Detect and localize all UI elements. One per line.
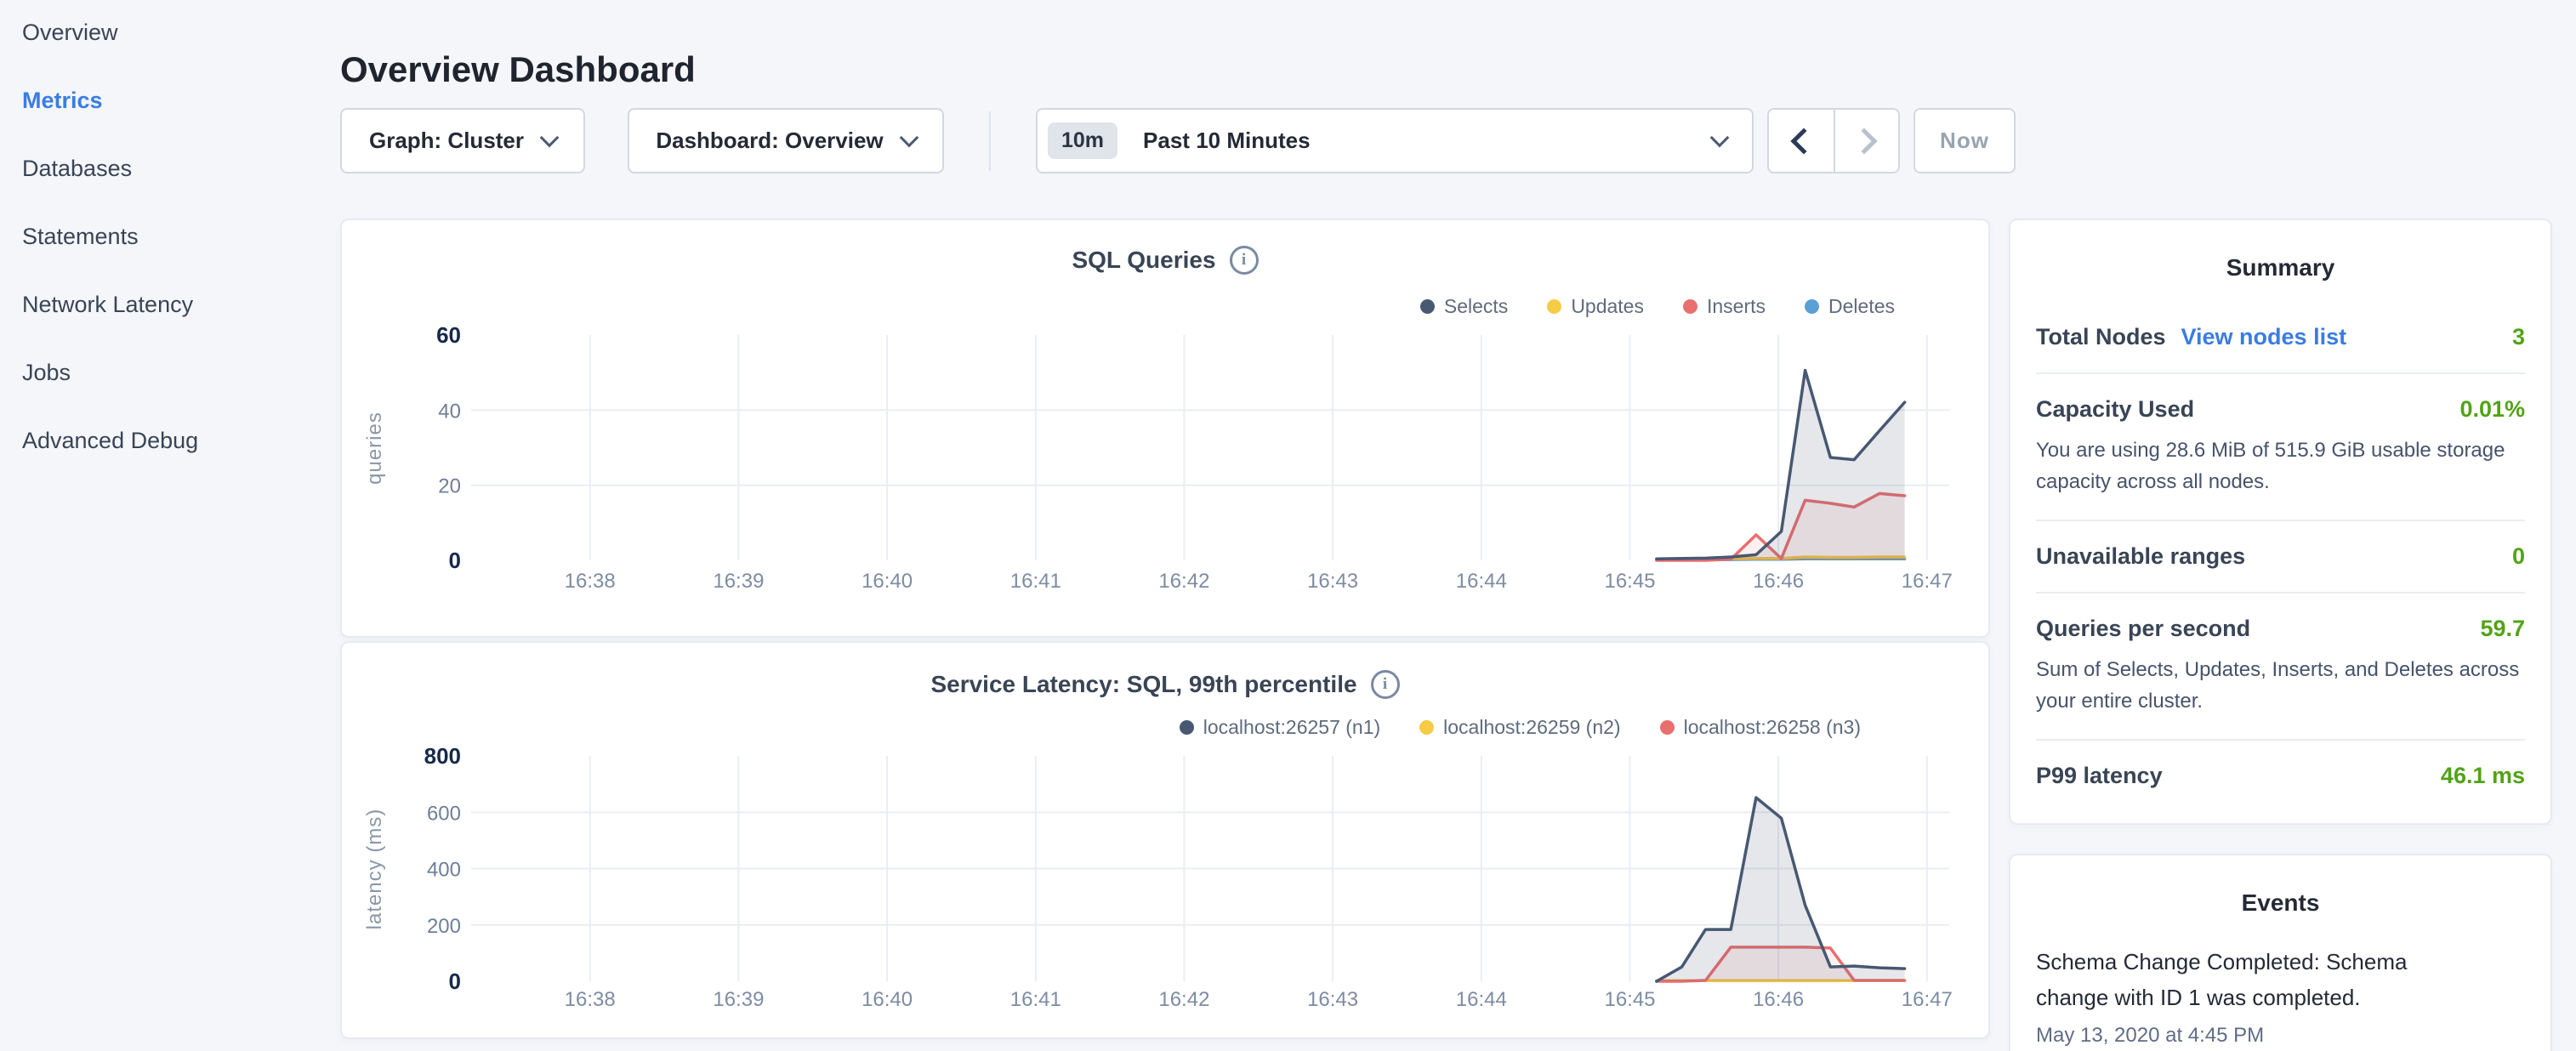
svg-text:16:39: 16:39	[713, 988, 764, 1011]
event-message: Schema Change Completed: Schema change w…	[2036, 944, 2448, 1015]
svg-text:16:46: 16:46	[1753, 570, 1804, 593]
sidebar-item-statements[interactable]: Statements	[22, 219, 139, 253]
chevron-down-icon	[899, 128, 918, 147]
sidebar-item-jobs[interactable]: Jobs	[22, 355, 71, 389]
summary-row: P99 latency 46.1 ms	[2036, 739, 2525, 811]
svg-text:16:45: 16:45	[1604, 570, 1655, 593]
svg-text:16:44: 16:44	[1456, 988, 1507, 1011]
svg-text:0: 0	[449, 969, 461, 994]
svg-text:16:42: 16:42	[1158, 570, 1209, 593]
summary-row-value: 46.1 ms	[2441, 763, 2525, 789]
svg-text:40: 40	[438, 400, 461, 423]
now-button[interactable]: Now	[1914, 108, 2016, 173]
service-latency-chart-card: Service Latency: SQL, 99th percentile i …	[340, 641, 1990, 1039]
chart-plot-area[interactable]: 16:38 16:39 16:40 16:41 16:42 16:43 16:44 16:45…	[342, 643, 1988, 1041]
chevron-right-icon	[1851, 128, 1877, 154]
svg-text:queries: queries	[363, 412, 386, 485]
svg-text:16:38: 16:38	[565, 570, 616, 593]
svg-text:800: 800	[424, 743, 461, 769]
svg-text:16:42: 16:42	[1158, 988, 1209, 1011]
events-heading: Events	[2036, 889, 2525, 917]
svg-text:16:41: 16:41	[1010, 988, 1061, 1011]
summary-row: Capacity Used 0.01% You are using 28.6 MiB…	[2036, 372, 2525, 520]
svg-text:16:40: 16:40	[862, 570, 913, 593]
summary-row-description: You are using 28.6 MiB of 515.9 GiB usab…	[2036, 435, 2525, 497]
time-window-selector[interactable]: 10m Past 10 Minutes	[1036, 108, 1754, 173]
summary-row-value: 0.01%	[2459, 396, 2525, 423]
summary-row: Total Nodes View nodes list 3	[2036, 302, 2525, 372]
sql-queries-chart-card: SQL Queries i SelectsUpdatesInsertsDelet…	[340, 219, 1990, 638]
events-list: Schema Change Completed: Schema change w…	[2036, 944, 2525, 1048]
svg-text:16:47: 16:47	[1902, 570, 1953, 593]
svg-text:600: 600	[427, 802, 461, 825]
svg-text:16:40: 16:40	[862, 988, 913, 1011]
sidebar-item-databases[interactable]: Databases	[22, 151, 132, 185]
svg-text:16:47: 16:47	[1902, 988, 1953, 1011]
svg-text:16:43: 16:43	[1307, 570, 1358, 593]
svg-text:60: 60	[436, 322, 461, 348]
summary-row-label: Queries per second	[2036, 616, 2250, 642]
summary-rows: Total Nodes View nodes list 3 Capacity Used…	[2036, 302, 2525, 811]
summary-row-description: Sum of Selects, Updates, Inserts, and De…	[2036, 654, 2525, 717]
time-window-badge: 10m	[1048, 122, 1117, 159]
svg-text:16:44: 16:44	[1456, 570, 1507, 593]
dashboard-dropdown[interactable]: Dashboard: Overview	[628, 108, 944, 173]
summary-row: Queries per second 59.7 Sum of Selects, Up…	[2036, 592, 2525, 739]
summary-row-label: Capacity Used	[2036, 396, 2194, 423]
chevron-left-icon	[1790, 128, 1817, 154]
chevron-down-icon	[540, 128, 560, 147]
graph-dropdown[interactable]: Graph: Cluster	[340, 108, 585, 173]
svg-text:16:39: 16:39	[713, 570, 764, 593]
summary-row-label: P99 latency	[2036, 763, 2163, 789]
now-button-label: Now	[1940, 128, 1989, 154]
summary-row-value: 3	[2512, 324, 2525, 350]
svg-text:16:38: 16:38	[565, 988, 616, 1011]
page-title: Overview Dashboard	[340, 49, 696, 90]
svg-text:16:41: 16:41	[1010, 570, 1061, 593]
summary-row-value: 0	[2512, 543, 2525, 570]
svg-text:latency (ms): latency (ms)	[363, 809, 386, 930]
dashboard-dropdown-label: Dashboard: Overview	[656, 128, 883, 154]
graph-dropdown-label: Graph: Cluster	[369, 128, 524, 154]
sidebar-item-network-latency[interactable]: Network Latency	[22, 287, 193, 321]
svg-text:200: 200	[427, 915, 461, 938]
svg-text:20: 20	[438, 475, 461, 498]
next-time-button[interactable]	[1834, 110, 1898, 172]
svg-text:0: 0	[449, 548, 461, 573]
svg-text:16:45: 16:45	[1604, 988, 1655, 1011]
svg-text:16:46: 16:46	[1753, 988, 1804, 1011]
sidebar-item-metrics[interactable]: Metrics	[22, 83, 103, 117]
event-timestamp: May 13, 2020 at 4:45 PM	[2036, 1024, 2525, 1048]
time-window-label: Past 10 Minutes	[1143, 128, 1311, 154]
svg-text:16:43: 16:43	[1307, 988, 1358, 1011]
events-panel: Events Schema Change Completed: Schema c…	[2009, 854, 2552, 1051]
chart-plot-area[interactable]: 16:38 16:39 16:40 16:41 16:42 16:43 16:44 16:45…	[342, 220, 1988, 639]
previous-time-button[interactable]	[1769, 110, 1834, 172]
event-item[interactable]: Schema Change Completed: Schema change w…	[2036, 944, 2525, 1048]
sidebar-item-advanced-debug[interactable]: Advanced Debug	[22, 423, 198, 457]
metrics-overview-page: Overview Metrics Databases Statements Networ…	[0, 0, 2576, 1051]
chevron-down-icon	[1710, 128, 1730, 147]
summary-row-value: 59.7	[2480, 616, 2525, 642]
summary-row-label: Total Nodes	[2036, 324, 2166, 350]
summary-heading: Summary	[2036, 254, 2525, 281]
summary-row-label: Unavailable ranges	[2036, 543, 2245, 570]
time-step-button-group	[1767, 108, 1900, 173]
svg-text:400: 400	[427, 859, 461, 882]
sidebar-item-overview[interactable]: Overview	[22, 15, 118, 49]
summary-panel: Summary Total Nodes View nodes list 3 Capac…	[2009, 219, 2552, 825]
view-nodes-list-link[interactable]: View nodes list	[2181, 324, 2347, 350]
divider	[989, 111, 991, 171]
summary-row: Unavailable ranges 0	[2036, 520, 2525, 592]
